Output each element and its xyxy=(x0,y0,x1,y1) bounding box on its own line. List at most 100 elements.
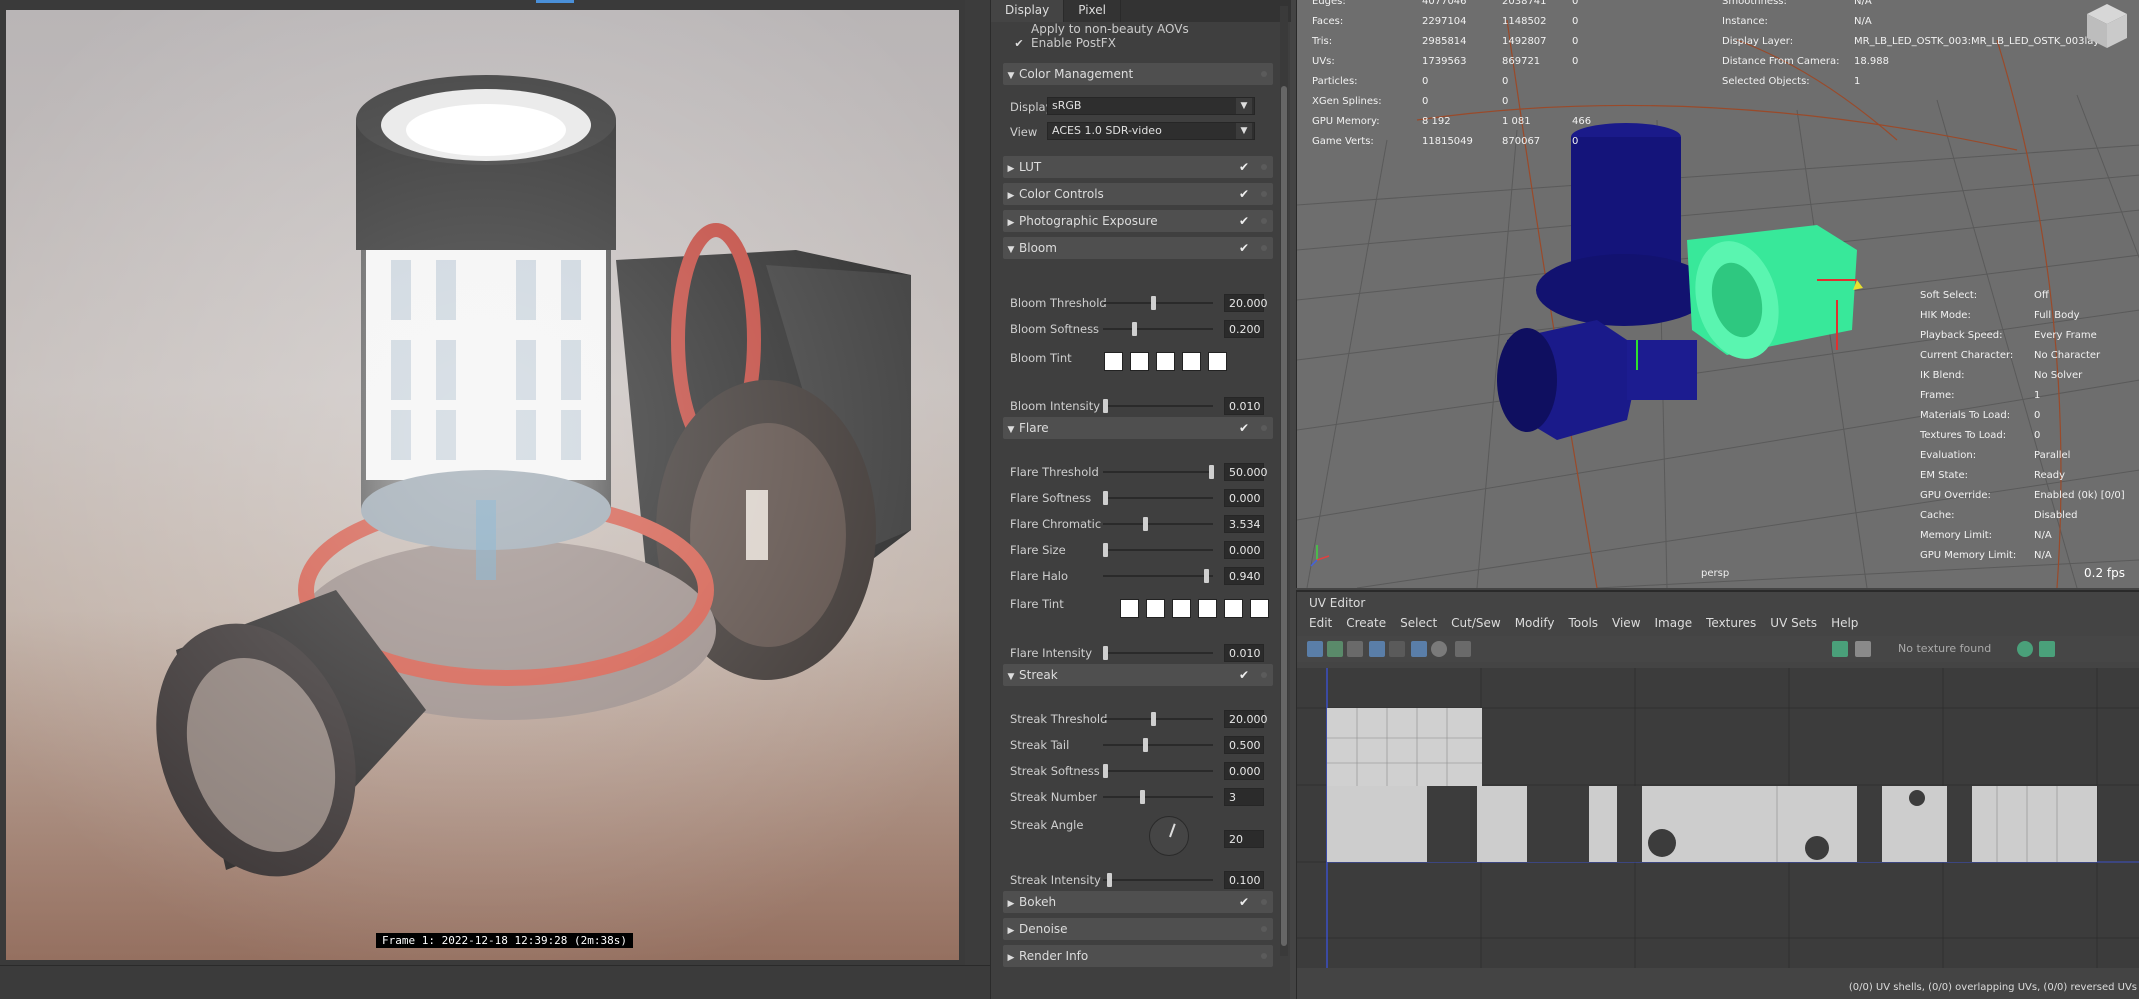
menu-edit[interactable]: Edit xyxy=(1309,612,1332,634)
section-lut[interactable]: ▶ LUT ✔ xyxy=(1003,156,1273,178)
color-controls-enable-checkbox[interactable]: ✔ xyxy=(1237,187,1251,201)
section-menu-dot[interactable] xyxy=(1261,926,1267,932)
tab-display[interactable]: Display xyxy=(991,0,1065,22)
bloom-threshold-field[interactable]: 20.000 xyxy=(1224,294,1268,312)
slider-handle[interactable] xyxy=(1150,712,1156,726)
flare-tint-swatch-2[interactable] xyxy=(1146,599,1165,618)
bloom-threshold-slider[interactable] xyxy=(1103,294,1213,312)
menu-help[interactable]: Help xyxy=(1831,612,1858,634)
streak-softness-slider[interactable] xyxy=(1103,762,1213,780)
3d-viewport[interactable]: Edges: 4077046 2038741 0 Faces: 2297104 114850… xyxy=(1296,0,2139,588)
slider-handle[interactable] xyxy=(1103,399,1109,413)
menu-uv-sets[interactable]: UV Sets xyxy=(1770,612,1817,634)
section-render-info[interactable]: ▶ Render Info xyxy=(1003,945,1273,967)
section-flare[interactable]: ▼ Flare ✔ xyxy=(1003,417,1273,439)
flare-halo-slider[interactable] xyxy=(1103,567,1213,585)
slider-handle[interactable] xyxy=(1103,543,1109,557)
render-image[interactable] xyxy=(6,10,959,960)
menu-view[interactable]: View xyxy=(1612,612,1640,634)
section-color-controls[interactable]: ▶ Color Controls ✔ xyxy=(1003,183,1273,205)
bokeh-enable-checkbox[interactable]: ✔ xyxy=(1237,895,1251,909)
flare-threshold-slider[interactable] xyxy=(1103,463,1214,481)
menu-create[interactable]: Create xyxy=(1346,612,1386,634)
tab-pixel[interactable]: Pixel xyxy=(1064,0,1121,22)
flare-enable-checkbox[interactable]: ✔ xyxy=(1237,421,1251,435)
uv-snapshot-icon[interactable] xyxy=(1455,641,1471,657)
flare-tint-swatch-1[interactable] xyxy=(1120,599,1139,618)
menu-modify[interactable]: Modify xyxy=(1515,612,1555,634)
view-cube-icon[interactable] xyxy=(2081,0,2133,52)
uv-grid-toggle-icon[interactable] xyxy=(1369,641,1385,657)
streak-threshold-field[interactable]: 20.000 xyxy=(1224,710,1268,728)
slider-handle[interactable] xyxy=(1142,517,1148,531)
bloom-intensity-slider[interactable] xyxy=(1103,397,1213,415)
slider-handle[interactable] xyxy=(1103,646,1109,660)
streak-angle-dial[interactable] xyxy=(1149,816,1189,856)
uv-shell-tool-icon[interactable] xyxy=(1327,641,1343,657)
section-menu-dot[interactable] xyxy=(1261,164,1267,170)
streak-angle-field[interactable]: 20 xyxy=(1224,830,1264,848)
display-select[interactable]: sRGB ▼ xyxy=(1047,97,1255,115)
slider-handle[interactable] xyxy=(1103,764,1109,778)
slider-handle[interactable] xyxy=(1208,465,1214,479)
uv-canvas[interactable] xyxy=(1297,668,2139,968)
uv-sync-icon[interactable] xyxy=(2017,641,2033,657)
menu-select[interactable]: Select xyxy=(1400,612,1437,634)
streak-number-field[interactable]: 3 xyxy=(1224,788,1264,806)
flare-chromatic-slider[interactable] xyxy=(1103,515,1213,533)
flare-softness-field[interactable]: 0.000 xyxy=(1224,489,1264,507)
menu-image[interactable]: Image xyxy=(1655,612,1693,634)
view-select[interactable]: ACES 1.0 SDR-video ▼ xyxy=(1047,122,1255,140)
render-vertical-scrollbar[interactable] xyxy=(965,0,990,965)
enable-postfx-checkbox[interactable]: ✔ xyxy=(1013,38,1025,50)
streak-tail-field[interactable]: 0.500 xyxy=(1224,736,1264,754)
flare-halo-field[interactable]: 0.940 xyxy=(1224,567,1264,585)
flare-tint-swatch-5[interactable] xyxy=(1224,599,1243,618)
section-menu-dot[interactable] xyxy=(1261,425,1267,431)
slider-handle[interactable] xyxy=(1150,296,1156,310)
slider-handle[interactable] xyxy=(1142,738,1148,752)
flare-size-field[interactable]: 0.000 xyxy=(1224,541,1264,559)
streak-enable-checkbox[interactable]: ✔ xyxy=(1237,668,1251,682)
section-bokeh[interactable]: ▶ Bokeh ✔ xyxy=(1003,891,1273,913)
bloom-tint-swatch-5[interactable] xyxy=(1208,352,1227,371)
bloom-enable-checkbox[interactable]: ✔ xyxy=(1237,241,1251,255)
image-display-icon[interactable] xyxy=(1832,641,1848,657)
bloom-tint-swatch-4[interactable] xyxy=(1182,352,1201,371)
section-menu-dot[interactable] xyxy=(1261,191,1267,197)
uv-select-tool-icon[interactable] xyxy=(1307,641,1323,657)
bloom-tint-swatch-2[interactable] xyxy=(1130,352,1149,371)
panel-scrollbar-thumb[interactable] xyxy=(1281,86,1287,946)
uv-checker-icon[interactable] xyxy=(1411,641,1427,657)
section-menu-dot[interactable] xyxy=(1261,899,1267,905)
slider-handle[interactable] xyxy=(1131,322,1137,336)
apply-non-beauty-checkbox[interactable] xyxy=(1013,21,1025,33)
flare-softness-slider[interactable] xyxy=(1103,489,1213,507)
slider-handle[interactable] xyxy=(1106,873,1112,887)
section-color-management[interactable]: ▼ Color Management xyxy=(1003,63,1273,85)
flare-intensity-slider[interactable] xyxy=(1103,644,1213,662)
bloom-softness-field[interactable]: 0.200 xyxy=(1224,320,1264,338)
slider-handle[interactable] xyxy=(1139,790,1145,804)
uv-shaded-icon[interactable] xyxy=(1431,641,1447,657)
streak-number-slider[interactable] xyxy=(1103,788,1213,806)
streak-threshold-slider[interactable] xyxy=(1103,710,1213,728)
section-menu-dot[interactable] xyxy=(1261,245,1267,251)
section-menu-dot[interactable] xyxy=(1261,71,1267,77)
streak-intensity-field[interactable]: 0.100 xyxy=(1224,871,1264,889)
streak-intensity-slider[interactable] xyxy=(1103,871,1213,889)
flare-tint-swatch-4[interactable] xyxy=(1198,599,1217,618)
checker-pattern-icon[interactable] xyxy=(1855,641,1871,657)
menu-textures[interactable]: Textures xyxy=(1706,612,1756,634)
lut-enable-checkbox[interactable]: ✔ xyxy=(1237,160,1251,174)
bloom-tint-swatch-1[interactable] xyxy=(1104,352,1123,371)
uv-filter-icon[interactable] xyxy=(1389,641,1405,657)
section-menu-dot[interactable] xyxy=(1261,672,1267,678)
slider-handle[interactable] xyxy=(1204,569,1210,583)
section-photographic-exposure[interactable]: ▶ Photographic Exposure ✔ xyxy=(1003,210,1273,232)
flare-tint-swatch-6[interactable] xyxy=(1250,599,1269,618)
bloom-intensity-field[interactable]: 0.010 xyxy=(1224,397,1264,415)
flare-tint-swatch-3[interactable] xyxy=(1172,599,1191,618)
slider-handle[interactable] xyxy=(1103,491,1109,505)
section-streak[interactable]: ▼ Streak ✔ xyxy=(1003,664,1273,686)
